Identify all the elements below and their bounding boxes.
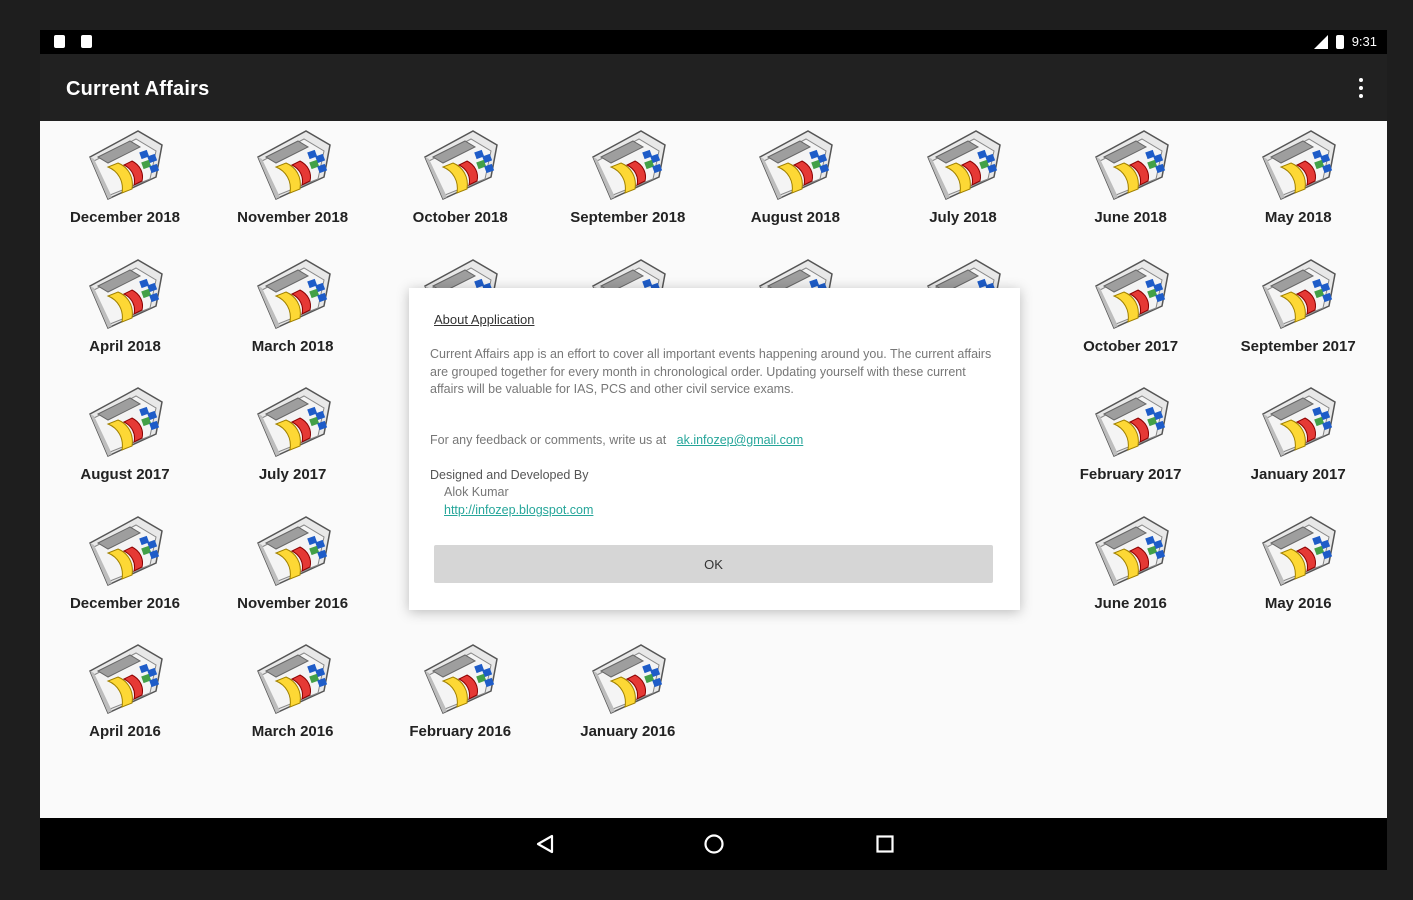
month-tile[interactable]: August 2017 [41, 378, 209, 506]
newspaper-icon [89, 515, 163, 586]
device-screen: 9:31 Current Affairs December 2018 Novem… [40, 30, 1387, 870]
month-tile[interactable]: July 2018 [879, 121, 1047, 249]
android-notification-icon [81, 35, 92, 48]
month-label: March 2018 [251, 337, 334, 355]
month-label: July 2017 [258, 466, 327, 483]
dialog-feedback-line: For any feedback or comments, write us a… [430, 433, 803, 447]
app-title: Current Affairs [66, 78, 210, 100]
month-grid-area: December 2018 November 2018 October 2018 [40, 121, 1387, 818]
navigation-bar [40, 818, 1387, 870]
month-label: November 2016 [237, 594, 349, 612]
month-label: March 2016 [251, 723, 334, 740]
newspaper-icon [89, 258, 163, 329]
newspaper-icon [256, 258, 331, 329]
newspaper-icon [927, 130, 1001, 201]
newspaper-icon [256, 130, 331, 201]
month-label: August 2017 [80, 466, 170, 483]
clock: 9:31 [1351, 34, 1377, 49]
month-tile[interactable]: July 2017 [209, 378, 377, 506]
developed-by-label: Designed and Developed By [430, 468, 589, 482]
newspaper-icon [89, 130, 163, 201]
month-tile[interactable]: October 2017 [1047, 250, 1215, 378]
about-dialog: About Application Current Affairs app is… [409, 288, 1020, 610]
month-label: April 2018 [89, 337, 161, 355]
month-label: November 2018 [237, 209, 349, 226]
month-label: October 2018 [412, 209, 508, 226]
month-tile[interactable]: February 2016 [376, 635, 544, 763]
newspaper-icon [1094, 515, 1169, 586]
month-tile[interactable]: April 2018 [41, 250, 209, 378]
month-label: June 2016 [1094, 594, 1167, 612]
dialog-title: About Application [434, 312, 535, 327]
month-label: April 2016 [89, 723, 161, 740]
month-tile[interactable]: February 2017 [1047, 378, 1215, 506]
dialog-description: Current Affairs app is an effort to cove… [430, 347, 992, 396]
newspaper-icon [1094, 387, 1169, 458]
battery-icon [1335, 34, 1344, 49]
newspaper-icon [591, 130, 666, 201]
month-label: June 2018 [1094, 209, 1167, 226]
newspaper-icon [591, 644, 666, 715]
month-tile[interactable]: March 2018 [209, 250, 377, 378]
month-label: September 2017 [1240, 337, 1356, 355]
month-label: December 2018 [69, 209, 181, 226]
newspaper-icon [1262, 258, 1337, 329]
more-vert-icon[interactable] [1357, 78, 1365, 98]
newspaper-icon [1262, 387, 1337, 458]
month-label: May 2018 [1264, 209, 1332, 226]
month-label: July 2018 [929, 209, 997, 226]
month-tile[interactable]: May 2016 [1214, 507, 1382, 635]
home-icon[interactable] [702, 832, 726, 856]
month-tile[interactable]: December 2018 [41, 121, 209, 249]
month-label: January 2016 [580, 723, 676, 740]
newspaper-icon [1094, 258, 1169, 329]
notification-icon [54, 35, 65, 48]
month-tile[interactable]: March 2016 [209, 635, 377, 763]
month-tile[interactable]: December 2016 [41, 507, 209, 635]
month-label: January 2017 [1250, 466, 1346, 483]
month-label: September 2018 [570, 209, 686, 226]
newspaper-icon [256, 387, 331, 458]
month-tile[interactable]: June 2018 [1047, 121, 1215, 249]
month-label: February 2016 [409, 723, 512, 740]
month-label: December 2016 [69, 594, 181, 612]
newspaper-icon [1094, 130, 1169, 201]
newspaper-icon [1262, 515, 1337, 586]
month-tile[interactable]: April 2016 [41, 635, 209, 763]
month-tile[interactable]: September 2018 [544, 121, 712, 249]
newspaper-icon [89, 387, 163, 458]
notification-icons [54, 35, 92, 48]
feedback-text: For any feedback or comments, write us a… [430, 433, 667, 447]
month-label: October 2017 [1083, 337, 1179, 355]
app-bar: Current Affairs [40, 54, 1387, 121]
month-label: February 2017 [1079, 466, 1182, 483]
month-tile[interactable]: October 2018 [376, 121, 544, 249]
signal-icon [1313, 34, 1328, 49]
month-label: May 2016 [1264, 594, 1332, 612]
website-link[interactable]: http://infozep.blogspot.com [444, 503, 593, 517]
email-link[interactable]: ak.infozep@gmail.com [677, 433, 804, 447]
status-bar: 9:31 [40, 30, 1387, 54]
newspaper-icon [89, 644, 163, 715]
recents-icon[interactable] [873, 832, 897, 856]
system-status: 9:31 [1313, 34, 1377, 49]
newspaper-icon [424, 644, 499, 715]
newspaper-icon [256, 644, 331, 715]
month-tile[interactable]: January 2016 [544, 635, 712, 763]
newspaper-icon [759, 130, 834, 201]
month-tile[interactable]: August 2018 [711, 121, 879, 249]
month-tile[interactable]: September 2017 [1214, 250, 1382, 378]
month-tile[interactable]: January 2017 [1214, 378, 1382, 506]
ok-button[interactable]: OK [434, 545, 993, 583]
month-tile[interactable]: November 2016 [209, 507, 377, 635]
month-tile[interactable]: May 2018 [1214, 121, 1382, 249]
month-tile[interactable]: November 2018 [209, 121, 377, 249]
newspaper-icon [1262, 130, 1337, 201]
newspaper-icon [424, 130, 499, 201]
month-tile[interactable]: June 2016 [1047, 507, 1215, 635]
newspaper-icon [256, 515, 331, 586]
author-name: Alok Kumar [444, 485, 509, 499]
month-label: August 2018 [750, 209, 840, 226]
back-icon[interactable] [533, 832, 557, 856]
